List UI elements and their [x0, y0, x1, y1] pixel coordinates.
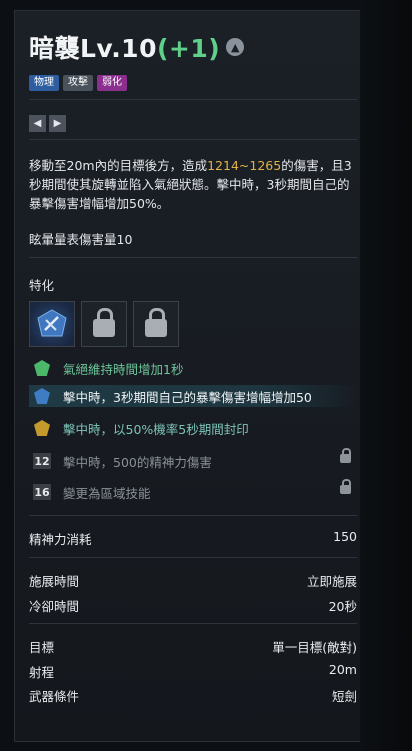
stagger-damage: 眩暈量表傷害量10 — [29, 232, 133, 247]
level-bonus: (+1) — [156, 34, 221, 63]
tag-attack: 攻擊 — [63, 75, 93, 91]
skill-title-row: 暗襲Lv.10(+1) ▲ — [29, 29, 245, 65]
lock-icon — [340, 479, 351, 494]
trait-slot-2[interactable] — [81, 301, 127, 347]
blue-gem-icon — [33, 387, 51, 405]
trait-row-2[interactable]: 擊中時，3秒期間自己的暴擊傷害增幅增加50 — [29, 385, 359, 407]
traits-label: 特化 — [29, 278, 55, 293]
lock-icon — [93, 308, 115, 337]
divider — [29, 623, 357, 624]
level-badge: 16 — [33, 484, 51, 500]
trait-slot-1[interactable] — [29, 301, 75, 347]
level-up-icon[interactable]: ▲ — [226, 38, 245, 56]
lock-icon — [145, 308, 167, 337]
divider — [29, 139, 357, 140]
skill-tooltip-panel: 暗襲Lv.10(+1) ▲ 物理 攻擊 弱化 ◀ ▶ 移動至20m內的目標後方，… — [14, 10, 362, 742]
trait-row-5[interactable]: 16 變更為區域技能 — [29, 479, 359, 503]
tag-debuff: 弱化 — [97, 75, 127, 91]
target-row: 目標 單一目標(敵對) — [29, 640, 357, 655]
trait-slot-3[interactable] — [133, 301, 179, 347]
next-arrow-icon[interactable]: ▶ — [49, 115, 66, 132]
green-gem-icon — [33, 359, 51, 377]
weapon-row: 武器條件 短劍 — [29, 689, 357, 704]
page-nav: ◀ ▶ — [29, 115, 66, 132]
trait-icons — [29, 301, 179, 347]
level-badge: 12 — [33, 453, 51, 469]
lock-icon — [340, 448, 351, 463]
divider — [29, 557, 357, 558]
skill-description: 移動至20m內的目標後方，造成1214~1265的傷害，且3秒期間使其旋轉並陷入… — [29, 158, 352, 211]
cooldown-row: 冷卻時間 20秒 — [29, 599, 357, 614]
prev-arrow-icon[interactable]: ◀ — [29, 115, 46, 132]
gold-gem-icon — [33, 419, 51, 437]
blue-gem-sword-icon — [37, 309, 67, 337]
divider — [29, 99, 357, 100]
divider — [29, 257, 357, 258]
trait-row-3[interactable]: 擊中時，以50%機率5秒期間封印 — [29, 417, 359, 439]
background-edge — [360, 0, 412, 751]
damage-range: 1214~1265 — [207, 158, 282, 173]
cast-time-row: 施展時間 立即施展 — [29, 574, 357, 589]
mana-cost-row: 精神力消耗 150 — [29, 529, 357, 547]
skill-title: 暗襲Lv.10(+1) — [29, 34, 221, 63]
trait-row-4[interactable]: 12 擊中時，500的精神力傷害 — [29, 448, 359, 472]
divider — [29, 515, 357, 516]
trait-row-1[interactable]: 氣絕維持時間增加1秒 — [29, 357, 359, 379]
tag-physical: 物理 — [29, 75, 59, 91]
skill-tags: 物理 攻擊 弱化 — [29, 75, 127, 91]
range-row: 射程 20m — [29, 662, 357, 680]
